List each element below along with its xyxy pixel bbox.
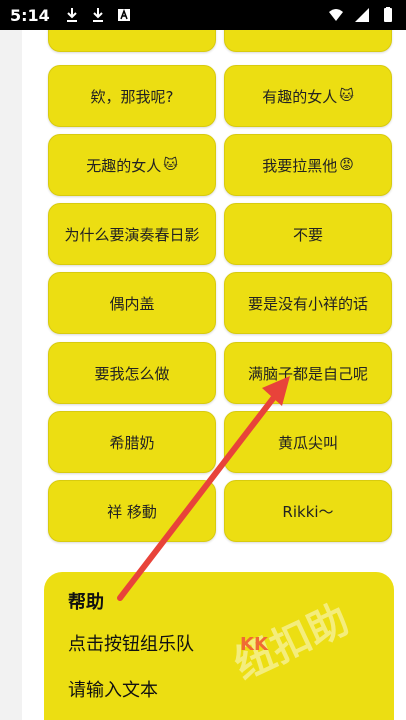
button-label: 为什么要演奏春日影: [64, 225, 200, 244]
sound-button-6[interactable]: 不要: [224, 203, 392, 265]
battery-icon: [384, 7, 392, 22]
angry-face-icon: 😡: [339, 157, 354, 173]
button-label: 偶内盖: [109, 294, 155, 313]
button-label: 有趣的女人: [262, 87, 338, 106]
sound-button-11[interactable]: 希腊奶: [48, 411, 216, 473]
button-label: 黄瓜尖叫: [277, 433, 338, 452]
sound-button-14[interactable]: Rikki～: [224, 480, 392, 542]
app-area: 欸，那我呢? 有趣的女人 🐱 无趣的女人 🐱 我要拉黑他 😡 为什么要演奏春日影 不要…: [0, 30, 406, 720]
button-label: 祥 移動: [107, 502, 157, 521]
sound-button-7[interactable]: 偶内盖: [48, 272, 216, 334]
sound-button-4[interactable]: 我要拉黑他 😡: [224, 134, 392, 196]
cat-face-icon: 🐱: [163, 157, 178, 173]
download-icon: [66, 8, 77, 22]
sound-button-partial-right[interactable]: [224, 30, 392, 52]
sound-button-9[interactable]: 要我怎么做: [48, 342, 216, 404]
sound-button-partial-left[interactable]: [48, 30, 216, 52]
status-time: 5:14: [10, 5, 50, 25]
cat-face-icon: 🐱: [339, 88, 354, 104]
button-label: Rikki～: [282, 502, 334, 521]
wifi-icon: [329, 9, 343, 21]
sound-button-12[interactable]: 黄瓜尖叫: [224, 411, 392, 473]
button-label: 要我怎么做: [94, 364, 170, 383]
button-label: 欸，那我呢?: [90, 87, 174, 106]
signal-icon: [355, 8, 369, 22]
sound-button-1[interactable]: 欸，那我呢?: [48, 65, 216, 127]
button-label: 我要拉黑他: [262, 156, 338, 175]
app-a-icon: [117, 8, 130, 21]
sound-button-2[interactable]: 有趣的女人 🐱: [224, 65, 392, 127]
button-label: 希腊奶: [109, 433, 155, 452]
download-icon: [92, 8, 103, 22]
help-instruction-2: 请输入文本: [68, 680, 158, 701]
button-label: 不要: [292, 225, 323, 244]
sound-button-8[interactable]: 要是没有小祥的话: [224, 272, 392, 334]
button-label: 满脑子都是自己呢: [247, 364, 368, 383]
sound-button-3[interactable]: 无趣的女人 🐱: [48, 134, 216, 196]
status-bar: 5:14: [0, 0, 406, 30]
left-rail: [0, 30, 22, 720]
button-label: 要是没有小祥的话: [247, 294, 368, 313]
watermark-logo: KK: [240, 634, 268, 655]
sound-button-5[interactable]: 为什么要演奏春日影: [48, 203, 216, 265]
sound-button-13[interactable]: 祥 移動: [48, 480, 216, 542]
sound-button-10[interactable]: 满脑子都是自己呢: [224, 342, 392, 404]
button-label: 无趣的女人: [86, 156, 162, 175]
